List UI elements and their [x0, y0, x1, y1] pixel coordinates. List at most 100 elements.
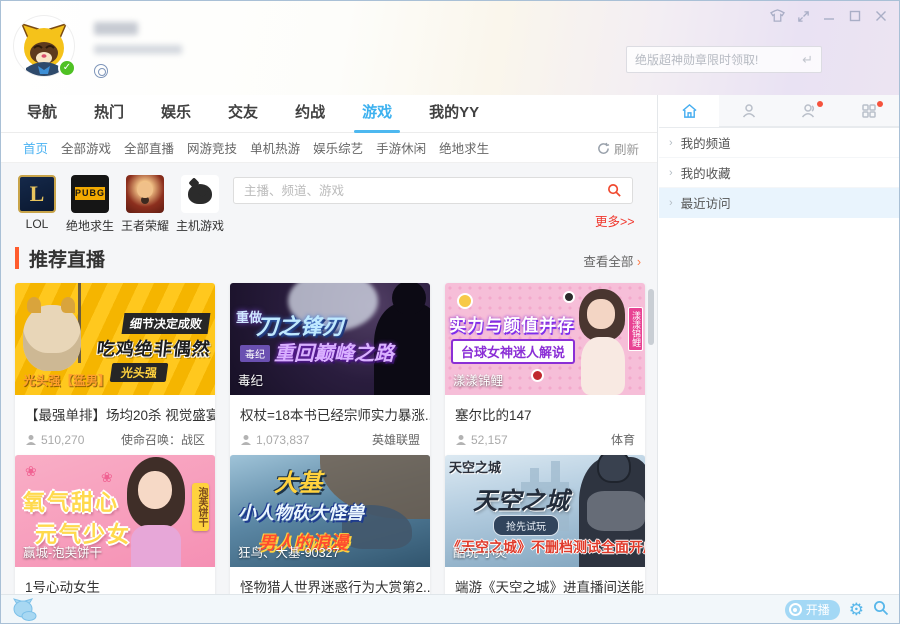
user-avatar[interactable]: ✓ — [14, 16, 76, 77]
pubg-wordmark: PUBG — [75, 187, 106, 200]
section-title: 推荐直播 — [29, 250, 106, 271]
card-thumbnail: 天空之城 天空之城 抢先试玩 《天空之城》不删档测试全面开启! 酷玩-小炎 — [445, 455, 645, 567]
refresh-icon — [598, 142, 610, 154]
tab-my-yy[interactable]: 我的YY — [429, 95, 479, 133]
sidebar-item-label: 我的频道 — [680, 137, 731, 151]
search-icon — [874, 601, 889, 616]
content-search-box[interactable] — [233, 177, 633, 204]
heart-decor: ❀ — [101, 469, 113, 485]
game-category[interactable]: 使命召唤：战区 — [121, 431, 205, 448]
sidebar-tab-contacts[interactable] — [719, 95, 779, 127]
thumb-text: 重回巅峰之路 — [274, 343, 394, 365]
footer-search-button[interactable] — [873, 600, 889, 619]
streamer-name: 漾漾锦鲤 — [453, 374, 504, 388]
shortcut-honor-of-kings[interactable]: 王者荣耀 — [119, 175, 171, 234]
game-category[interactable]: 体育 — [611, 431, 635, 448]
stream-title: 权杖=18本书已经宗师实力暴涨... — [240, 408, 430, 423]
subnav-mobile-games[interactable]: 手游休闲 — [376, 138, 426, 157]
pubg-icon: PUBG — [71, 175, 109, 213]
live-card[interactable]: ❀ ❀ 氧气甜心 元气少女 泡芙饼干 赢城-泡芙饼干 1号心动女生 — [15, 455, 215, 601]
thumb-text: 抢先试玩 — [493, 515, 559, 536]
shortcut-pubg[interactable]: PUBG 绝地求生 — [64, 175, 116, 234]
tab-games[interactable]: 游戏 — [362, 95, 392, 133]
go-live-button[interactable]: 开播 — [784, 599, 840, 620]
heart-decor: ❀ — [25, 463, 37, 479]
notification-dot — [877, 101, 883, 107]
subnav-pubg[interactable]: 绝地求生 — [439, 138, 489, 157]
minimize-button[interactable] — [819, 7, 839, 25]
sidebar-item-recent-visits[interactable]: › 最近访问 — [659, 188, 899, 218]
tab-navigation[interactable]: 导航 — [27, 95, 57, 133]
more-link[interactable]: 更多>> — [595, 211, 635, 230]
status-target-icon[interactable] — [94, 64, 108, 78]
streamer-name: 赢城-泡芙饼干 — [23, 546, 103, 560]
main-content: 导航 热门 娱乐 交友 约战 游戏 我的YY 首页 全部游戏 全部直播 网游竞技… — [1, 95, 658, 601]
live-card[interactable]: 重做 刀之锋刃 毒纪 重回巅峰之路 毒纪 权杖=18本书已经宗师实力暴涨... … — [230, 283, 430, 458]
thumb-text: 台球女神迷人解说 — [451, 339, 576, 364]
live-card[interactable]: 实力与颜值并存 台球女神迷人解说 漾漾锦鲤 漾漾锦鲤 塞尔比的147 52,15… — [445, 283, 645, 458]
card-thumbnail: 重做 刀之锋刃 毒纪 重回巅峰之路 毒纪 — [230, 283, 430, 395]
shortcut-label: 主机游戏 — [175, 219, 224, 233]
sidebar-tab-home[interactable] — [659, 95, 719, 127]
stream-title: 塞尔比的147 — [455, 408, 532, 423]
cartoon-dog-figure — [23, 297, 81, 371]
shortcut-label: 王者荣耀 — [120, 219, 169, 233]
promo-search-input[interactable] — [635, 52, 803, 67]
sidebar-tab-apps[interactable] — [839, 95, 899, 127]
section-header: 推荐直播 查看全部 › — [1, 243, 657, 283]
subnav-pc-games[interactable]: 单机热游 — [250, 138, 300, 157]
refresh-button[interactable]: 刷新 — [597, 133, 639, 163]
subnav-online-games[interactable]: 网游竞技 — [187, 138, 237, 157]
skin-button[interactable] — [767, 7, 787, 25]
shortcut-lol[interactable]: L LOL — [11, 175, 63, 231]
search-icon[interactable] — [607, 183, 622, 198]
chevron-right-icon: › — [669, 196, 673, 209]
mini-mode-button[interactable] — [793, 7, 813, 25]
online-status-badge: ✓ — [58, 59, 76, 77]
shortcut-label: 绝地求生 — [65, 219, 114, 233]
shortcut-console-games[interactable]: 主机游戏 — [174, 175, 226, 234]
sidebar-item-my-channels[interactable]: › 我的频道 — [659, 128, 899, 158]
grid-icon — [862, 103, 876, 118]
sidebar-item-my-favorites[interactable]: › 我的收藏 — [659, 158, 899, 188]
mini-mode-icon — [797, 10, 809, 22]
viewer-count: 1,073,837 — [240, 433, 309, 447]
thumb-text: 光头强 — [109, 363, 169, 382]
subnav-all-games[interactable]: 全部游戏 — [61, 138, 111, 157]
view-all-link[interactable]: 查看全部 › — [583, 251, 641, 270]
main-scrollbar-thumb[interactable] — [648, 289, 654, 345]
title-bar: ✓ ↵ — [1, 1, 899, 95]
tab-friends[interactable]: 交友 — [228, 95, 258, 133]
card-thumbnail: 细节决定成败 吃鸡绝非偶然 光头强 光头强【猛男】 — [15, 283, 215, 395]
live-card[interactable]: 大基 小人物砍大怪兽 男人的浪漫 狂鸟、大基-90327 怪物猎人世界迷惑行为大… — [230, 455, 430, 601]
streamer-name: 狂鸟、大基-90327 — [238, 546, 340, 560]
sidebar-tab-groups[interactable] — [779, 95, 839, 127]
chevron-right-icon: › — [636, 255, 641, 269]
live-card[interactable]: 细节决定成败 吃鸡绝非偶然 光头强 光头强【猛男】 【最强单排】场均20杀 视觉… — [15, 283, 215, 458]
thumb-tag: 毒纪 — [240, 345, 270, 362]
subnav-variety[interactable]: 娱乐综艺 — [313, 138, 363, 157]
settings-button[interactable]: ⚙ — [849, 601, 864, 618]
maximize-button[interactable] — [845, 7, 865, 25]
tab-hot[interactable]: 热门 — [94, 95, 124, 133]
status-bar: 开播 ⚙ — [1, 594, 899, 623]
sidebar-item-label: 最近访问 — [680, 197, 731, 211]
close-button[interactable] — [871, 7, 891, 25]
tab-match[interactable]: 约战 — [295, 95, 325, 133]
thumb-text: 细节决定成败 — [121, 313, 211, 334]
promo-search-box[interactable]: ↵ — [626, 46, 822, 73]
live-card[interactable]: 天空之城 天空之城 抢先试玩 《天空之城》不删档测试全面开启! 酷玩-小炎 端游… — [445, 455, 645, 601]
view-all-label: 查看全部 — [583, 255, 634, 269]
yy-mascot-icon[interactable] — [13, 598, 39, 621]
tab-entertainment[interactable]: 娱乐 — [161, 95, 191, 133]
sidebar-tabs — [659, 95, 899, 128]
subnav-all-live[interactable]: 全部直播 — [124, 138, 174, 157]
viewer-count-value: 52,157 — [471, 432, 508, 447]
close-icon — [876, 11, 886, 21]
thumb-ribbon: 漾漾锦鲤 — [628, 307, 643, 351]
record-icon — [788, 603, 802, 616]
subnav-home[interactable]: 首页 — [23, 138, 48, 157]
content-search-input[interactable] — [244, 183, 607, 198]
game-category[interactable]: 英雄联盟 — [372, 431, 420, 448]
viewer-count: 52,157 — [455, 433, 508, 447]
